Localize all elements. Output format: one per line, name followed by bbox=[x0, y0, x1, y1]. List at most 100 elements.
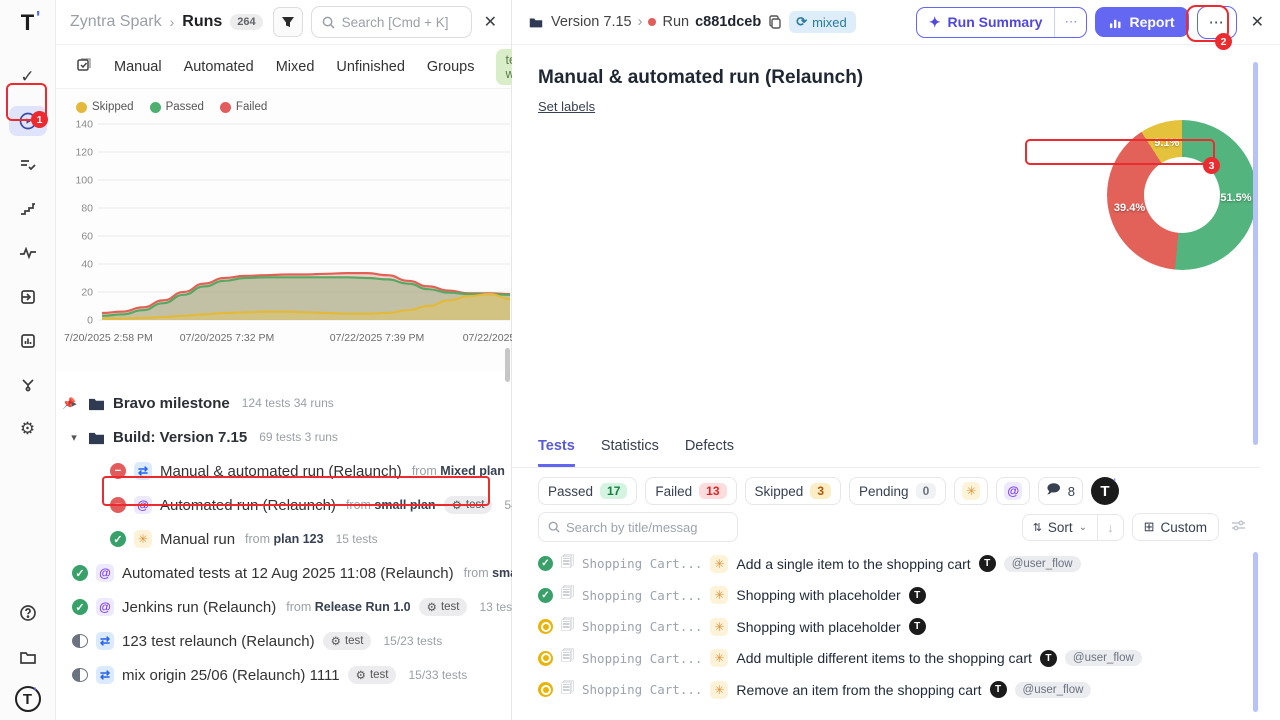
test-row[interactable]: 🗐Shopping Cart...✳Add multiple different… bbox=[538, 643, 1246, 675]
custom-label: Custom bbox=[1160, 520, 1207, 535]
tests-search-input[interactable]: Search by title/messag bbox=[538, 512, 738, 542]
settings-nav-icon[interactable]: ⚙ bbox=[9, 414, 47, 444]
test-title: Add multiple different items to the shop… bbox=[736, 650, 1031, 666]
test-row[interactable]: 🗐Shopping Cart...✳Remove an item from th… bbox=[538, 674, 1246, 706]
tree-row[interactable]: 📌▸Bravo milestone124 tests 34 runs bbox=[64, 386, 511, 420]
gear-icon: ⚙ bbox=[427, 600, 437, 614]
detail-scrollbar-thumb[interactable] bbox=[1253, 62, 1258, 445]
folder-icon bbox=[88, 396, 105, 411]
annotation-badge-3: 3 bbox=[1203, 157, 1220, 174]
tree-row[interactable]: −@Automated run (Relaunch)from small pla… bbox=[64, 488, 511, 522]
filter-chip-pending[interactable]: Pending0 bbox=[849, 477, 946, 505]
manual-filter-chip[interactable]: ✳ bbox=[954, 477, 988, 505]
analytics-nav-icon[interactable] bbox=[9, 326, 47, 356]
test-tag-badge: @user_flow bbox=[1065, 650, 1142, 666]
projects-icon[interactable] bbox=[9, 642, 47, 672]
test-row[interactable]: ✓🗐Shopping Cart...✳Shopping with placeho… bbox=[538, 580, 1246, 612]
comments-chip[interactable]: 🗩8 bbox=[1038, 477, 1083, 505]
breadcrumb-project[interactable]: Zyntra Spark bbox=[70, 13, 162, 31]
tab-statistics[interactable]: Statistics bbox=[601, 438, 659, 467]
copy-run-id-icon[interactable] bbox=[768, 15, 782, 29]
run-kind-auto-icon: @ bbox=[96, 564, 114, 582]
report-button[interactable]: Report bbox=[1095, 7, 1188, 37]
tree-row[interactable]: −⇄Manual & automated run (Relaunch)from … bbox=[64, 454, 511, 488]
runs-tab-automated[interactable]: Automated bbox=[184, 59, 254, 75]
custom-columns-button[interactable]: ⊞ Custom bbox=[1132, 513, 1219, 541]
branches-nav-icon[interactable] bbox=[9, 370, 47, 400]
tests-nav-icon[interactable]: ✓ bbox=[9, 62, 47, 92]
chevron-down-icon: ⌄ bbox=[1079, 522, 1087, 533]
detail-close-icon[interactable]: ✕ bbox=[1245, 12, 1268, 32]
report-label: Report bbox=[1129, 14, 1174, 30]
folder-icon bbox=[528, 14, 544, 30]
test-row[interactable]: ✓🗐Shopping Cart...✳Add a single item to … bbox=[538, 548, 1246, 580]
runs-search-input[interactable]: Search [Cmd + K] bbox=[311, 6, 472, 38]
tree-row[interactable]: ▾Build: Version 7.1569 tests 3 runs bbox=[64, 420, 511, 454]
sort-button[interactable]: ⇅ Sort ⌄ bbox=[1023, 515, 1097, 540]
status-passed-icon: ✓ bbox=[110, 531, 126, 547]
tree-folder-label: Build: Version 7.15 bbox=[113, 429, 247, 446]
run-kind-mixed-icon: ⇄ bbox=[96, 632, 114, 650]
tree-run-label: Manual & automated run (Relaunch) bbox=[160, 463, 402, 480]
tree-row[interactable]: ⇄123 test relaunch (Relaunch)⚙test15/23 … bbox=[64, 624, 511, 658]
help-icon[interactable] bbox=[9, 598, 47, 628]
runs-filter-tabs: ManualAutomatedMixedUnfinishedGroups tes… bbox=[56, 45, 511, 89]
runs-tab-groups[interactable]: Groups bbox=[427, 59, 475, 75]
suite-clipboard-icon: 🗐 bbox=[561, 679, 574, 701]
sort-direction-button[interactable]: ↓ bbox=[1097, 515, 1123, 540]
runs-tab-manual[interactable]: Manual bbox=[114, 59, 162, 75]
plans-nav-icon[interactable] bbox=[9, 150, 47, 180]
tree-run-from: from small plan bbox=[346, 498, 436, 512]
tests-scrollbar-thumb[interactable] bbox=[1253, 552, 1258, 712]
left-scrollbar-thumb[interactable] bbox=[505, 348, 510, 382]
suite-clipboard-icon: 🗐 bbox=[561, 647, 574, 669]
view-options-button[interactable] bbox=[1227, 515, 1250, 539]
import-nav-icon[interactable] bbox=[9, 282, 47, 312]
annotation-badge-2: 2 bbox=[1215, 33, 1232, 50]
run-more-button[interactable]: ⋯ bbox=[1197, 6, 1237, 39]
chevron-down-icon[interactable]: ▾ bbox=[68, 431, 80, 444]
tree-row[interactable]: ✓@Jenkins run (Relaunch)from Release Run… bbox=[64, 590, 511, 624]
tree-run-label: mix origin 25/06 (Relaunch) 1111 bbox=[122, 667, 340, 684]
run-id: c881dceb bbox=[695, 14, 761, 30]
tree-run-label: Jenkins run (Relaunch) bbox=[122, 599, 276, 616]
tree-run-label: Manual run bbox=[160, 531, 235, 548]
tree-folder-label: Bravo milestone bbox=[113, 395, 230, 412]
tab-tests[interactable]: Tests bbox=[538, 438, 575, 467]
user-avatar[interactable]: T bbox=[15, 686, 41, 712]
automated-filter-chip[interactable]: @ bbox=[996, 477, 1030, 505]
run-breadcrumb-version[interactable]: Version 7.15 bbox=[551, 14, 632, 30]
runs-tab-unfinished[interactable]: Unfinished bbox=[336, 59, 405, 75]
tree-row[interactable]: ✓@Automated tests at 12 Aug 2025 11:08 (… bbox=[64, 556, 511, 590]
pulse-nav-icon[interactable] bbox=[9, 238, 47, 268]
filter-chip-failed[interactable]: Failed13 bbox=[645, 477, 736, 505]
legend-dot-icon bbox=[76, 102, 87, 113]
tree-row[interactable]: ⇄mix origin 25/06 (Relaunch) 1111⚙test15… bbox=[64, 658, 511, 692]
runs-trend-chart: SkippedPassedFailed 0204060801001201407/… bbox=[56, 89, 511, 372]
set-labels-link[interactable]: Set labels bbox=[538, 99, 595, 114]
panel-close-icon[interactable]: ✕ bbox=[480, 12, 501, 32]
run-summary-more-button[interactable]: ⋯ bbox=[1054, 8, 1086, 37]
assignee-avatar[interactable]: T bbox=[1091, 477, 1119, 505]
filter-button[interactable] bbox=[273, 7, 303, 37]
runs-tab-mixed[interactable]: Mixed bbox=[276, 59, 315, 75]
search-icon bbox=[548, 521, 560, 533]
test-suite-name: Shopping Cart... bbox=[582, 682, 702, 697]
tree-row[interactable]: ✓✳Manual runfrom plan 12315 tests bbox=[64, 522, 511, 556]
result-filter-chips: Passed17 Failed13 Skipped3 Pending0 ✳ @ 🗩8 T bbox=[538, 477, 1119, 505]
run-summary-button[interactable]: ✦ Run Summary bbox=[917, 8, 1055, 37]
test-owner-avatar: T bbox=[990, 681, 1007, 698]
runs-panel-header: Zyntra Spark › Runs 264 Search [Cmd + K]… bbox=[56, 0, 511, 45]
legend-item-passed: Passed bbox=[150, 101, 204, 113]
select-all-icon[interactable] bbox=[76, 56, 92, 77]
test-row[interactable]: 🗐Shopping Cart...✳Shopping with placehol… bbox=[538, 611, 1246, 643]
milestones-nav-icon[interactable] bbox=[9, 194, 47, 224]
donut-slice-label: 51.5% bbox=[1220, 192, 1251, 204]
tests-toolbar: Search by title/messag ⇅ Sort ⌄ ↓ ⊞ Cust… bbox=[538, 512, 1250, 542]
filter-chip-skipped[interactable]: Skipped3 bbox=[745, 477, 841, 505]
status-failed-icon: − bbox=[110, 463, 126, 479]
tab-defects[interactable]: Defects bbox=[685, 438, 734, 467]
run-kind-mixed-icon: ⇄ bbox=[96, 666, 114, 684]
filter-chip-passed[interactable]: Passed17 bbox=[538, 477, 637, 505]
manual-test-icon: ✳ bbox=[710, 586, 728, 604]
